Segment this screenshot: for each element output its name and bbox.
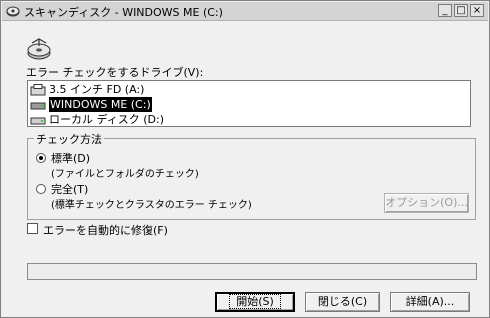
floppy-drive-icon [30,83,46,95]
drive-item-label: WINDOWS ME (C:) [49,97,152,112]
drive-listbox[interactable]: 3.5 インチ FD (A:) WINDOWS ME (C:) ローカル ディス… [27,80,471,127]
start-button[interactable]: 開始(S) [215,292,295,312]
details-button[interactable]: 詳細(A)... [390,292,470,312]
radio-standard-description: (ファイルとフォルダのチェック) [51,169,199,180]
radio-standard-label[interactable]: 標準(D) [51,150,90,166]
hard-drive-icon [30,117,46,124]
title-bar[interactable]: スキャンディスク - WINDOWS ME (C:) _ □ × [2,2,488,21]
auto-fix-label[interactable]: エラーを自動的に修復(F) [43,222,168,238]
scandisk-drive-icon [27,38,51,60]
drive-item-d[interactable]: ローカル ディスク (D:) [30,112,164,127]
drive-item-c[interactable]: WINDOWS ME (C:) [30,97,152,112]
radio-thorough-description: (標準チェックとクラスタのエラー チェック) [51,200,252,211]
scandisk-app-icon [6,6,20,17]
drive-item-label: 3.5 インチ FD (A:) [49,83,145,96]
hard-drive-icon [30,102,46,109]
window-title: スキャンディスク - WINDOWS ME (C:) [24,6,223,19]
radio-thorough-label[interactable]: 完全(T) [51,181,88,197]
start-button-label: 開始(S) [229,294,281,309]
auto-fix-checkbox[interactable] [27,223,38,234]
scandisk-window: スキャンディスク - WINDOWS ME (C:) _ □ × エラー チェッ… [0,0,490,318]
radio-standard[interactable] [36,153,46,163]
progress-bar [27,263,477,280]
maximize-button[interactable]: □ [454,4,468,17]
close-button[interactable]: × [470,4,484,17]
radio-selected-dot [39,156,43,160]
minimize-button[interactable]: _ [438,4,452,17]
options-button[interactable]: オプション(O)... [384,193,469,213]
radio-thorough[interactable] [36,184,46,194]
drive-select-label: エラー チェックをするドライブ(V): [26,66,204,79]
drive-item-a[interactable]: 3.5 インチ FD (A:) [30,82,144,97]
close-dialog-button[interactable]: 閉じる(C) [305,292,380,312]
drive-item-label: ローカル ディスク (D:) [49,113,164,126]
check-method-legend: チェック方法 [34,131,104,147]
